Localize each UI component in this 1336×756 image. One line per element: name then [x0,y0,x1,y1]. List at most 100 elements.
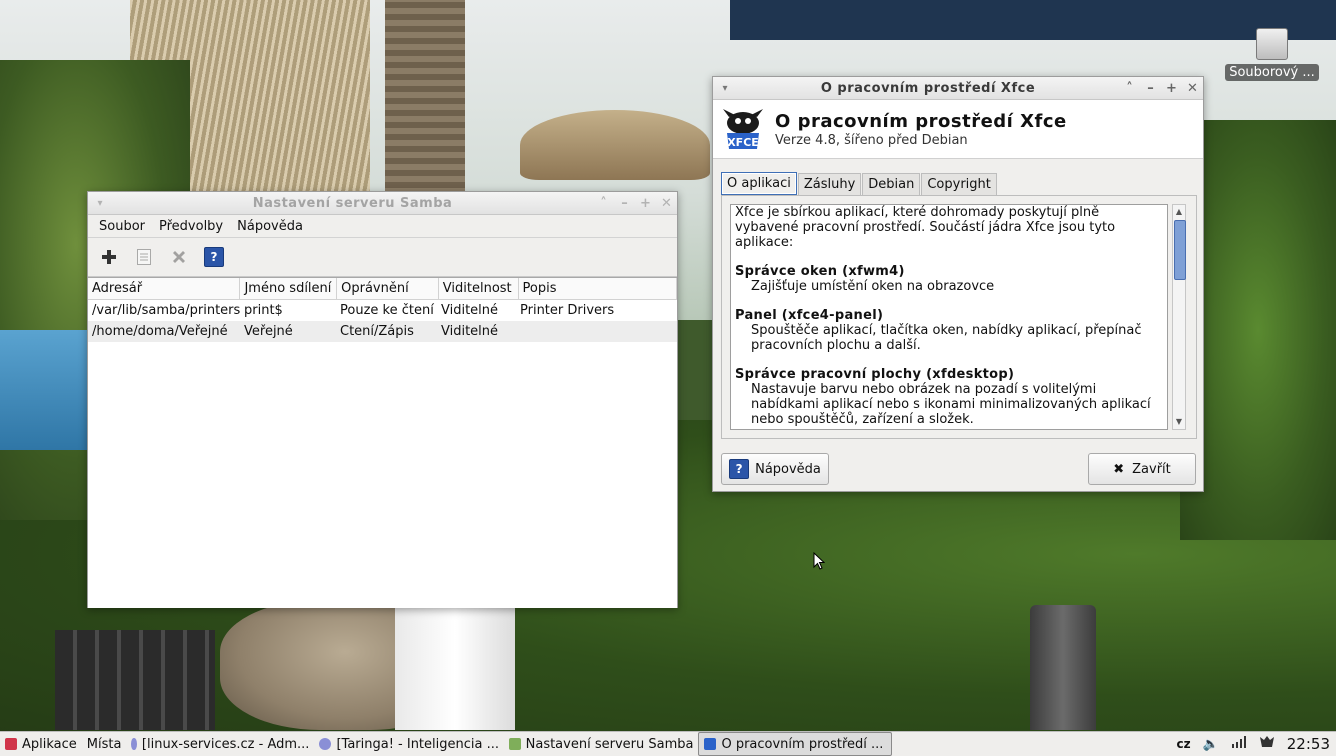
close-button-label: Zavřít [1132,461,1171,477]
cell-adresar: /var/lib/samba/printers [92,303,240,318]
tab-debian[interactable]: Debian [862,173,921,195]
about-text-view[interactable]: Xfce je sbírkou aplikací, které dohromad… [730,204,1168,430]
applications-menu[interactable]: Aplikace [0,733,82,755]
samba-window-title: Nastavení serveru Samba [252,195,453,211]
browser-icon [131,738,137,750]
network-signal-icon[interactable] [1231,736,1247,752]
keyboard-layout-indicator[interactable]: cz [1176,737,1190,751]
menu-predvolby[interactable]: Předvolby [152,219,230,234]
about-heading: O pracovním prostředí Xfce [775,110,1067,132]
table-row[interactable]: /var/lib/samba/printers print$ Pouze ke … [88,300,677,321]
task-button-browser-2[interactable]: [Taringa! - Inteligencia ... [314,733,504,755]
places-menu-label: Místa [86,736,122,752]
section-title: Správce pracovní plochy (xfdesktop) [735,367,1015,382]
shade-button[interactable]: ˄ [1119,81,1140,96]
section-desc: Nastavuje barvu nebo obrázek na pozadí s… [751,382,1151,427]
window-menu-icon[interactable]: ▾ [88,198,112,209]
cell-viditelnost: Viditelné [441,324,499,339]
tab-o-aplikaci[interactable]: O aplikaci [721,172,797,195]
menu-soubor[interactable]: Soubor [92,219,152,234]
table-row[interactable]: /home/doma/Veřejné Veřejné Čtení/Zápis V… [88,321,677,342]
xfce-app-icon [704,738,717,750]
section-xfwm4: Správce oken (xfwm4) Zajišťuje umístění … [735,264,1163,294]
delete-share-button[interactable] [164,242,194,272]
task-label: Nastavení serveru Samba [525,736,694,752]
taskbar: Aplikace Místa [linux-services.cz - Adm.… [0,731,1336,756]
shares-table: Adresář Jméno sdílení Oprávnění Viditeln… [88,277,677,608]
samba-titlebar[interactable]: ▾ Nastavení serveru Samba ˄ – + ✕ [88,192,677,215]
scrollbar-thumb[interactable] [1174,220,1186,280]
about-tabs: O aplikaci Zásluhy Debian Copyright [721,171,1203,195]
column-header-opravneni[interactable]: Oprávnění [337,278,439,299]
section-panel: Panel (xfce4-panel) Spouštěče aplikací, … [735,308,1163,353]
section-title: Panel (xfce4-panel) [735,308,884,323]
help-icon: ? [204,247,224,267]
close-dialog-button[interactable]: ✖ Zavřít [1088,453,1196,485]
xfce-logo-icon: XFCE [721,107,765,151]
volume-icon[interactable]: 🔈 [1203,737,1219,752]
vertical-scrollbar[interactable]: ▲ ▼ [1172,204,1186,430]
about-header: XFCE O pracovním prostředí Xfce Verze 4.… [713,100,1203,159]
about-window-title: O pracovním prostředí Xfce [820,80,1036,96]
column-header-adresar[interactable]: Adresář [88,278,241,299]
about-xfce-window: ▾ O pracovním prostředí Xfce ˄ – + ✕ XFC… [712,76,1204,492]
table-header: Adresář Jméno sdílení Oprávnění Viditeln… [88,278,677,300]
menu-napoveda[interactable]: Nápověda [230,219,310,234]
section-desc: Zajišťuje umístění oken na obrazovce [751,279,995,294]
desktop-icon-filesystem[interactable]: Souborový ... [1224,28,1320,85]
add-share-button[interactable] [94,242,124,272]
applications-menu-label: Aplikace [22,736,77,752]
maximize-button[interactable]: + [635,196,656,211]
minimize-button[interactable]: – [614,196,635,211]
shade-button[interactable]: ˄ [593,196,614,211]
properties-icon [137,249,151,265]
help-icon: ? [729,459,750,479]
cell-opravneni: Čtení/Zápis [340,324,414,339]
drive-icon [1256,28,1288,60]
samba-menubar: Soubor Předvolby Nápověda [88,215,677,238]
desktop-icon-label: Souborový ... [1225,64,1319,81]
clock[interactable]: 22:53 [1287,735,1330,753]
help-button-label: Nápověda [755,461,821,477]
about-titlebar[interactable]: ▾ O pracovním prostředí Xfce ˄ – + ✕ [713,77,1203,100]
svg-text:XFCE: XFCE [727,136,759,149]
cell-jmeno: Veřejné [244,324,293,339]
cell-viditelnost: Viditelné [441,303,499,318]
delete-icon [173,251,185,263]
task-label: O pracovním prostředí ... [721,736,884,752]
cell-opravneni: Pouze ke čtení [340,303,434,318]
window-menu-icon[interactable]: ▾ [713,83,737,94]
task-label: [Taringa! - Inteligencia ... [336,736,499,752]
xfce-tray-icon[interactable] [1259,735,1275,753]
task-button-browser-1[interactable]: [linux-services.cz - Adm... [126,733,314,755]
about-version: Verze 4.8, šířeno před Debian [775,132,968,148]
xfce-menu-icon [5,738,17,750]
help-button[interactable]: ? [199,242,229,272]
tab-copyright[interactable]: Copyright [921,173,997,195]
section-desc: Spouštěče aplikací, tlačítka oken, nabíd… [751,323,1142,353]
samba-settings-window: ▾ Nastavení serveru Samba ˄ – + ✕ Soubor… [87,191,678,608]
browser-icon [319,738,332,750]
tab-zasluhy[interactable]: Zásluhy [797,173,862,195]
column-header-viditelnost[interactable]: Viditelnost [439,278,519,299]
cell-adresar: /home/doma/Veřejné [92,324,228,339]
column-header-popis[interactable]: Popis [519,278,677,299]
places-menu[interactable]: Místa [82,733,127,755]
scroll-up-icon[interactable]: ▲ [1173,205,1185,219]
task-button-samba[interactable]: Nastavení serveru Samba [504,733,698,755]
mouse-cursor-icon [813,552,825,570]
maximize-button[interactable]: + [1161,81,1182,96]
task-label: [linux-services.cz - Adm... [141,736,310,752]
close-button[interactable]: ✕ [656,196,677,211]
minimize-button[interactable]: – [1140,81,1161,96]
system-tray: cz 🔈 22:53 [1170,735,1336,753]
samba-toolbar: ? [88,238,677,277]
task-button-about-xfce[interactable]: O pracovním prostředí ... [698,732,893,756]
scroll-down-icon[interactable]: ▼ [1173,415,1185,429]
share-properties-button[interactable] [129,242,159,272]
section-title: Správce oken (xfwm4) [735,264,905,279]
help-dialog-button[interactable]: ? Nápověda [721,453,829,485]
intro-text: Xfce je sbírkou aplikací, které dohromad… [735,205,1116,250]
column-header-jmeno[interactable]: Jméno sdílení [240,278,338,299]
close-button[interactable]: ✕ [1182,81,1203,96]
